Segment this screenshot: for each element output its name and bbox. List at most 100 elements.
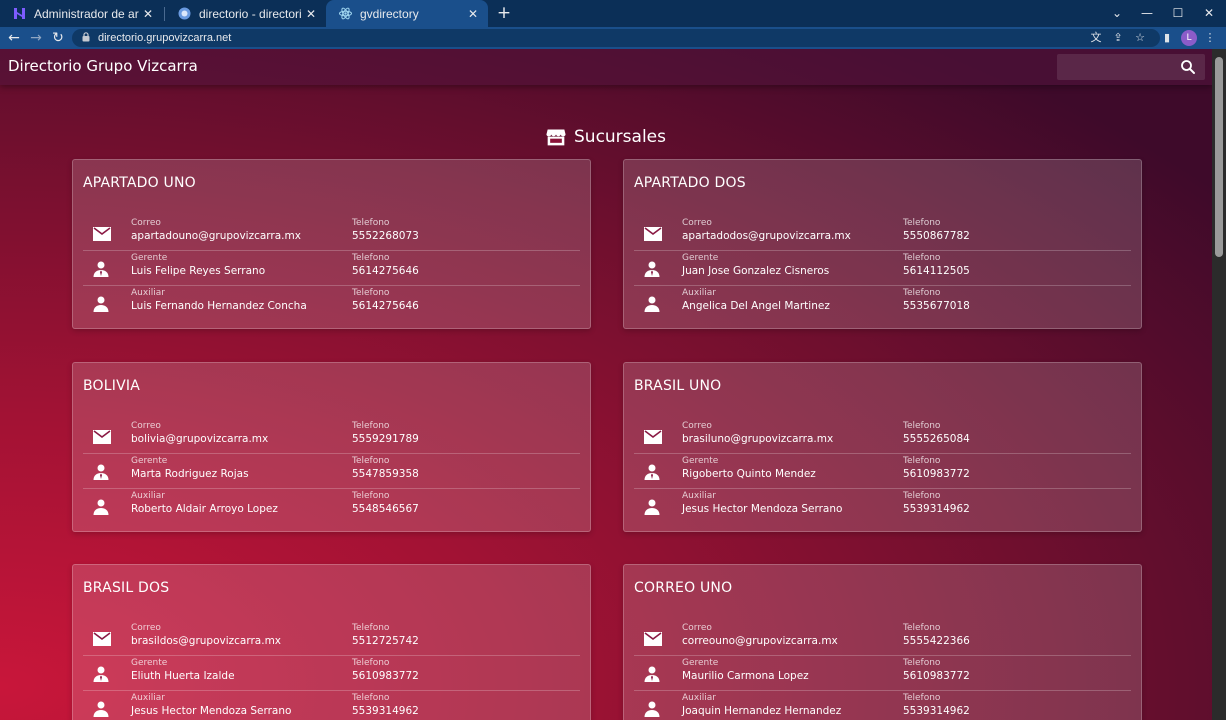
phone-label: Telefono: [352, 491, 390, 501]
contact-label: Gerente: [682, 456, 719, 466]
contact-row: Auxiliar Angelica Del Angel Martinez Telef…: [634, 286, 1131, 321]
branch-name: BRASIL DOS: [83, 580, 170, 596]
browser-tab-hpanel[interactable]: Administrador de archivos | hPan ✕: [0, 0, 163, 27]
contact-label: Correo: [682, 623, 712, 633]
contact-row: Gerente Marta Rodriguez Rojas Telefono 5547…: [83, 454, 580, 489]
mail-icon: [644, 226, 662, 242]
address-bar[interactable]: [72, 29, 1160, 47]
contact-value: Roberto Aldair Arroyo Lopez: [131, 503, 278, 515]
manager-icon: [644, 261, 662, 277]
phone-value[interactable]: 5610983772: [352, 670, 419, 682]
contact-row: Gerente Maurilio Carmona Lopez Telefono 561…: [634, 656, 1131, 691]
window-close-icon[interactable]: ✕: [1194, 0, 1224, 27]
lock-icon: [82, 31, 90, 45]
phone-value[interactable]: 5550867782: [903, 230, 970, 242]
phone-value[interactable]: 5559291789: [352, 433, 419, 445]
phone-value[interactable]: 5614275646: [352, 265, 419, 277]
phone-value[interactable]: 5610983772: [903, 468, 970, 480]
phone-value[interactable]: 5552268073: [352, 230, 419, 242]
search-input[interactable]: [1063, 57, 1173, 77]
close-tab-icon[interactable]: ✕: [464, 7, 482, 21]
react-icon: [338, 7, 352, 21]
contact-label: Correo: [682, 218, 712, 228]
share-icon[interactable]: ⇪: [1110, 30, 1126, 46]
manager-icon: [644, 666, 662, 682]
bookmark-star-icon[interactable]: ☆: [1132, 30, 1148, 46]
phone-label: Telefono: [352, 253, 390, 263]
reload-icon[interactable]: ↻: [49, 29, 67, 47]
store-icon: [546, 129, 566, 146]
contact-label: Gerente: [131, 456, 168, 466]
contact-row: Auxiliar Jesus Hector Mendoza Serrano Tele…: [634, 489, 1131, 524]
contact-row: Auxiliar Jesus Hector Mendoza Serrano Tele…: [83, 691, 580, 720]
translate-icon[interactable]: 文: [1088, 30, 1104, 46]
close-tab-icon[interactable]: ✕: [139, 7, 157, 21]
profile-avatar[interactable]: L: [1181, 30, 1197, 46]
phone-label: Telefono: [903, 693, 941, 703]
manager-icon: [644, 464, 662, 480]
contact-label: Gerente: [131, 658, 168, 668]
branch-card: CORREO UNO Correo correouno@grupovizcarra.…: [623, 564, 1142, 720]
contact-value: Juan Jose Gonzalez Cisneros: [682, 265, 830, 277]
contact-value[interactable]: brasiluno@grupovizcarra.mx: [682, 433, 833, 445]
phone-value[interactable]: 5555422366: [903, 635, 970, 647]
manager-icon: [93, 666, 111, 682]
contact-value[interactable]: apartadouno@grupovizcarra.mx: [131, 230, 301, 242]
tab-search-chevron-icon[interactable]: ⌄: [1102, 0, 1132, 27]
person-icon: [644, 701, 662, 717]
section-title: Sucursales: [574, 127, 666, 147]
phone-value[interactable]: 5555265084: [903, 433, 970, 445]
hpanel-icon: [12, 7, 26, 21]
branch-card: BRASIL DOS Correo brasildos@grupovizcarra.…: [72, 564, 591, 720]
phone-value[interactable]: 5548546567: [352, 503, 419, 515]
contact-label: Gerente: [682, 658, 719, 668]
contact-value: Eliuth Huerta Izalde: [131, 670, 235, 682]
contact-row: Correo correouno@grupovizcarra.mx Telefono…: [634, 621, 1131, 656]
url-input[interactable]: [98, 32, 898, 44]
person-icon: [93, 499, 111, 515]
contact-value[interactable]: brasildos@grupovizcarra.mx: [131, 635, 281, 647]
forward-arrow-icon[interactable]: →: [27, 29, 45, 47]
phone-value[interactable]: 5512725742: [352, 635, 419, 647]
new-tab-icon[interactable]: +: [494, 3, 514, 23]
section-header: Sucursales: [0, 127, 1212, 147]
phone-value[interactable]: 5535677018: [903, 300, 970, 312]
maximize-icon[interactable]: ☐: [1163, 0, 1193, 27]
phone-label: Telefono: [903, 456, 941, 466]
phone-value[interactable]: 5610983772: [903, 670, 970, 682]
side-panel-icon[interactable]: ▮: [1159, 30, 1175, 46]
mail-icon: [93, 429, 111, 445]
search-icon[interactable]: [1179, 58, 1197, 76]
branch-name: CORREO UNO: [634, 580, 733, 596]
browser-tab-gvdirectory[interactable]: gvdirectory ✕: [326, 0, 488, 27]
back-arrow-icon[interactable]: ←: [5, 29, 23, 47]
browser-tab-strip: Administrador de archivos | hPan ✕ direc…: [0, 0, 1226, 27]
contact-value[interactable]: bolivia@grupovizcarra.mx: [131, 433, 268, 445]
minimize-icon[interactable]: —: [1132, 0, 1162, 27]
phone-value[interactable]: 5614112505: [903, 265, 970, 277]
browser-tab-directorio[interactable]: directorio - directorio - directorio ✕: [165, 0, 326, 27]
person-icon: [644, 499, 662, 515]
close-tab-icon[interactable]: ✕: [302, 7, 320, 21]
contact-value[interactable]: apartadodos@grupovizcarra.mx: [682, 230, 851, 242]
contact-value: Joaquin Hernandez Hernandez: [682, 705, 842, 717]
phone-label: Telefono: [903, 658, 941, 668]
page-scrollbar[interactable]: [1212, 49, 1226, 720]
scrollbar-thumb[interactable]: [1215, 57, 1223, 257]
person-icon: [93, 701, 111, 717]
phone-value[interactable]: 5539314962: [903, 503, 970, 515]
phone-value[interactable]: 5539314962: [903, 705, 970, 717]
contact-value: Jesus Hector Mendoza Serrano: [682, 503, 843, 515]
browser-menu-icon[interactable]: ⋮: [1202, 30, 1218, 46]
phone-label: Telefono: [903, 421, 941, 431]
phone-value[interactable]: 5539314962: [352, 705, 419, 717]
contact-label: Gerente: [131, 253, 168, 263]
page-viewport: Directorio Grupo Vizcarra Sucursales APA…: [0, 49, 1212, 720]
phone-label: Telefono: [352, 623, 390, 633]
phone-value[interactable]: 5614275646: [352, 300, 419, 312]
contact-row: Auxiliar Roberto Aldair Arroyo Lopez Telef…: [83, 489, 580, 524]
phone-value[interactable]: 5547859358: [352, 468, 419, 480]
contact-row: Correo brasildos@grupovizcarra.mx Telefono…: [83, 621, 580, 656]
contact-value[interactable]: correouno@grupovizcarra.mx: [682, 635, 838, 647]
search-box[interactable]: [1057, 54, 1205, 80]
